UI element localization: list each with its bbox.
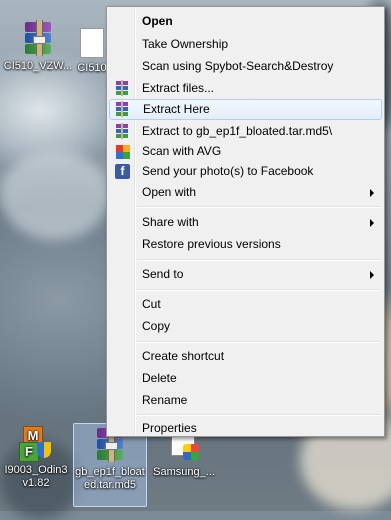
menu-item-label: Scan with AVG xyxy=(142,144,222,158)
menu-separator xyxy=(137,206,381,208)
desktop-icon-label: gb_ep1f_bloated.tar.md5 xyxy=(75,466,145,491)
submenu-arrow-icon xyxy=(370,189,374,197)
menu-separator xyxy=(137,259,381,261)
menu-item-label: Copy xyxy=(142,319,171,333)
menu-separator xyxy=(137,341,381,343)
menu-item-cut[interactable]: Cut xyxy=(109,294,382,315)
menu-item-label: Open xyxy=(142,14,173,28)
menu-item-create-shortcut[interactable]: Create shortcut xyxy=(109,346,382,367)
menu-item-label: Send your photo(s) to Facebook xyxy=(142,164,314,178)
submenu-arrow-icon xyxy=(370,271,374,279)
menu-item-label: Share with xyxy=(142,215,199,229)
winrar-icon xyxy=(115,123,131,140)
desktop-icon-label: CI510_VZW... xyxy=(3,60,73,72)
menu-separator xyxy=(137,414,381,416)
menu-item-label: Take Ownership xyxy=(142,37,229,51)
desktop-icon-ci510[interactable]: CI510 xyxy=(76,28,108,75)
menu-item-restore-versions[interactable]: Restore previous versions xyxy=(109,234,382,255)
menu-item-share-with[interactable]: Share with xyxy=(109,212,382,233)
winrar-archive-icon xyxy=(23,20,53,56)
menu-item-label: Create shortcut xyxy=(142,349,225,363)
menu-item-extract-to[interactable]: Extract to gb_ep1f_bloated.tar.md5\ xyxy=(109,121,382,142)
desktop-icon-label: Samsung_... xyxy=(153,466,215,478)
menu-item-open[interactable]: Open xyxy=(109,11,382,32)
menu-item-extract-files[interactable]: Extract files... xyxy=(109,78,382,99)
submenu-arrow-icon xyxy=(370,219,374,227)
menu-item-label: Open with xyxy=(142,185,197,199)
menu-separator xyxy=(137,289,381,291)
menu-item-label: Send to xyxy=(142,267,184,281)
menu-item-scan-avg[interactable]: Scan with AVG xyxy=(109,141,382,162)
desktop-icon-ci510-vzw[interactable]: CI510_VZW... xyxy=(0,20,76,73)
facebook-icon: f xyxy=(115,164,131,180)
menu-item-extract-here[interactable]: Extract Here xyxy=(109,99,382,120)
menu-item-send-to[interactable]: Send to xyxy=(109,264,382,285)
winrar-icon xyxy=(115,80,131,97)
menu-item-label: Rename xyxy=(142,393,188,407)
menu-item-label: Restore previous versions xyxy=(142,237,281,251)
menu-item-label: Scan using Spybot-Search&Destroy xyxy=(142,59,334,73)
menu-item-send-facebook[interactable]: f Send your photo(s) to Facebook xyxy=(109,161,382,182)
menu-item-copy[interactable]: Copy xyxy=(109,316,382,337)
menu-item-scan-spybot[interactable]: Scan using Spybot-Search&Destroy xyxy=(109,56,382,77)
avg-icon xyxy=(115,144,131,160)
menu-item-properties[interactable]: Properties xyxy=(109,420,382,437)
context-menu: Open Take Ownership Scan using Spybot-Se… xyxy=(106,6,385,437)
menu-item-rename[interactable]: Rename xyxy=(109,390,382,411)
odin-app-icon: M F xyxy=(19,426,53,462)
desktop-icon-label: CI510 xyxy=(77,62,107,74)
file-icon xyxy=(80,28,104,58)
menu-item-label: Delete xyxy=(142,371,177,385)
desktop-icon-odin3[interactable]: M F I9003_Odin3 v1.82 xyxy=(2,426,70,490)
desktop-icon-label: I9003_Odin3 v1.82 xyxy=(4,464,68,489)
menu-item-label: Extract Here xyxy=(143,102,210,116)
menu-item-label: Cut xyxy=(142,297,161,311)
menu-item-take-ownership[interactable]: Take Ownership xyxy=(109,34,382,55)
menu-item-delete[interactable]: Delete xyxy=(109,368,382,389)
menu-item-label: Extract files... xyxy=(142,81,215,95)
menu-item-label: Properties xyxy=(142,421,197,435)
menu-item-label: Extract to gb_ep1f_bloated.tar.md5\ xyxy=(142,124,333,138)
menu-item-open-with[interactable]: Open with xyxy=(109,182,382,203)
desktop-icon-samsung[interactable]: Samsung_... xyxy=(148,430,220,479)
winrar-icon xyxy=(115,101,131,118)
